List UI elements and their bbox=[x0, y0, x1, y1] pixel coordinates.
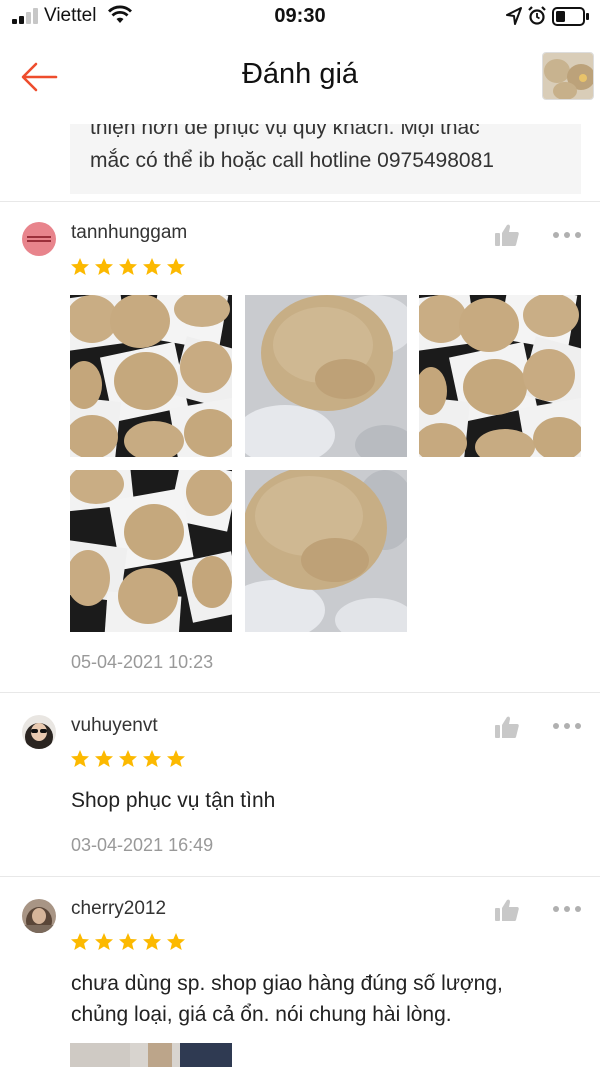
review-text: chủng loại, giá cả ổn. nói chung hài lòn… bbox=[71, 1003, 452, 1026]
more-options-icon[interactable] bbox=[552, 905, 582, 913]
review-item: cherry2012 chưa dùng sp. shop giao hàng … bbox=[0, 877, 600, 1067]
star-icon bbox=[71, 750, 89, 767]
star-icon bbox=[167, 258, 185, 275]
thumbs-up-icon[interactable] bbox=[494, 222, 520, 248]
star-icon bbox=[167, 933, 185, 950]
star-icon bbox=[95, 258, 113, 275]
thumbs-up-icon[interactable] bbox=[494, 897, 520, 923]
star-icon bbox=[119, 933, 137, 950]
battery-icon bbox=[552, 7, 589, 26]
star-icon bbox=[143, 933, 161, 950]
star-icon bbox=[119, 750, 137, 767]
review-photo[interactable] bbox=[70, 470, 232, 632]
review-photo[interactable] bbox=[245, 295, 407, 457]
review-date: 03-04-2021 16:49 bbox=[71, 835, 214, 855]
star-icon bbox=[167, 750, 185, 767]
star-rating bbox=[70, 257, 186, 279]
star-rating bbox=[70, 932, 186, 954]
reviewer-name: cherry2012 bbox=[71, 898, 167, 919]
page-title: Đánh giá bbox=[241, 58, 359, 90]
location-arrow-icon bbox=[506, 7, 522, 25]
avatar[interactable] bbox=[22, 899, 56, 933]
review-photo[interactable] bbox=[419, 295, 581, 457]
star-icon bbox=[71, 933, 89, 950]
star-rating bbox=[70, 749, 186, 771]
star-icon bbox=[95, 933, 113, 950]
product-thumbnail[interactable] bbox=[542, 52, 594, 100]
review-text: chưa dùng sp. shop giao hàng đúng số lượ… bbox=[71, 972, 503, 995]
review-photo[interactable] bbox=[245, 470, 407, 632]
shop-reply-line: thiện hơn để phục vụ quý khách. Mọi thắc bbox=[90, 124, 480, 139]
shop-reply-line: mắc có thể ib hoặc call hotline 09754980… bbox=[90, 149, 494, 172]
review-item: tannhunggam 05-04-2021 10:23 bbox=[0, 202, 600, 692]
alarm-clock-icon bbox=[528, 6, 546, 25]
review-photo[interactable] bbox=[70, 295, 232, 457]
review-item: vuhuyenvt Shop phục vụ tận tình 03-04-20… bbox=[0, 693, 600, 875]
header: Đánh giá bbox=[0, 40, 600, 112]
star-icon bbox=[143, 750, 161, 767]
star-icon bbox=[95, 750, 113, 767]
status-bar: Viettel 09:30 bbox=[0, 0, 600, 34]
star-icon bbox=[71, 258, 89, 275]
avatar[interactable] bbox=[22, 715, 56, 749]
more-options-icon[interactable] bbox=[552, 231, 582, 239]
reviewer-name: tannhunggam bbox=[71, 222, 188, 243]
more-options-icon[interactable] bbox=[552, 722, 582, 730]
shop-reply-section: thiện hơn để phục vụ quý khách. Mọi thắc… bbox=[0, 112, 600, 202]
thumbs-up-icon[interactable] bbox=[494, 714, 520, 740]
review-photo[interactable] bbox=[70, 1043, 232, 1067]
reviewer-name: vuhuyenvt bbox=[71, 715, 158, 736]
shop-reply-box: thiện hơn để phục vụ quý khách. Mọi thắc… bbox=[70, 124, 581, 194]
review-text: Shop phục vụ tận tình bbox=[71, 789, 276, 812]
review-date: 05-04-2021 10:23 bbox=[71, 652, 214, 672]
star-icon bbox=[119, 258, 137, 275]
avatar[interactable] bbox=[22, 222, 56, 256]
star-icon bbox=[143, 258, 161, 275]
